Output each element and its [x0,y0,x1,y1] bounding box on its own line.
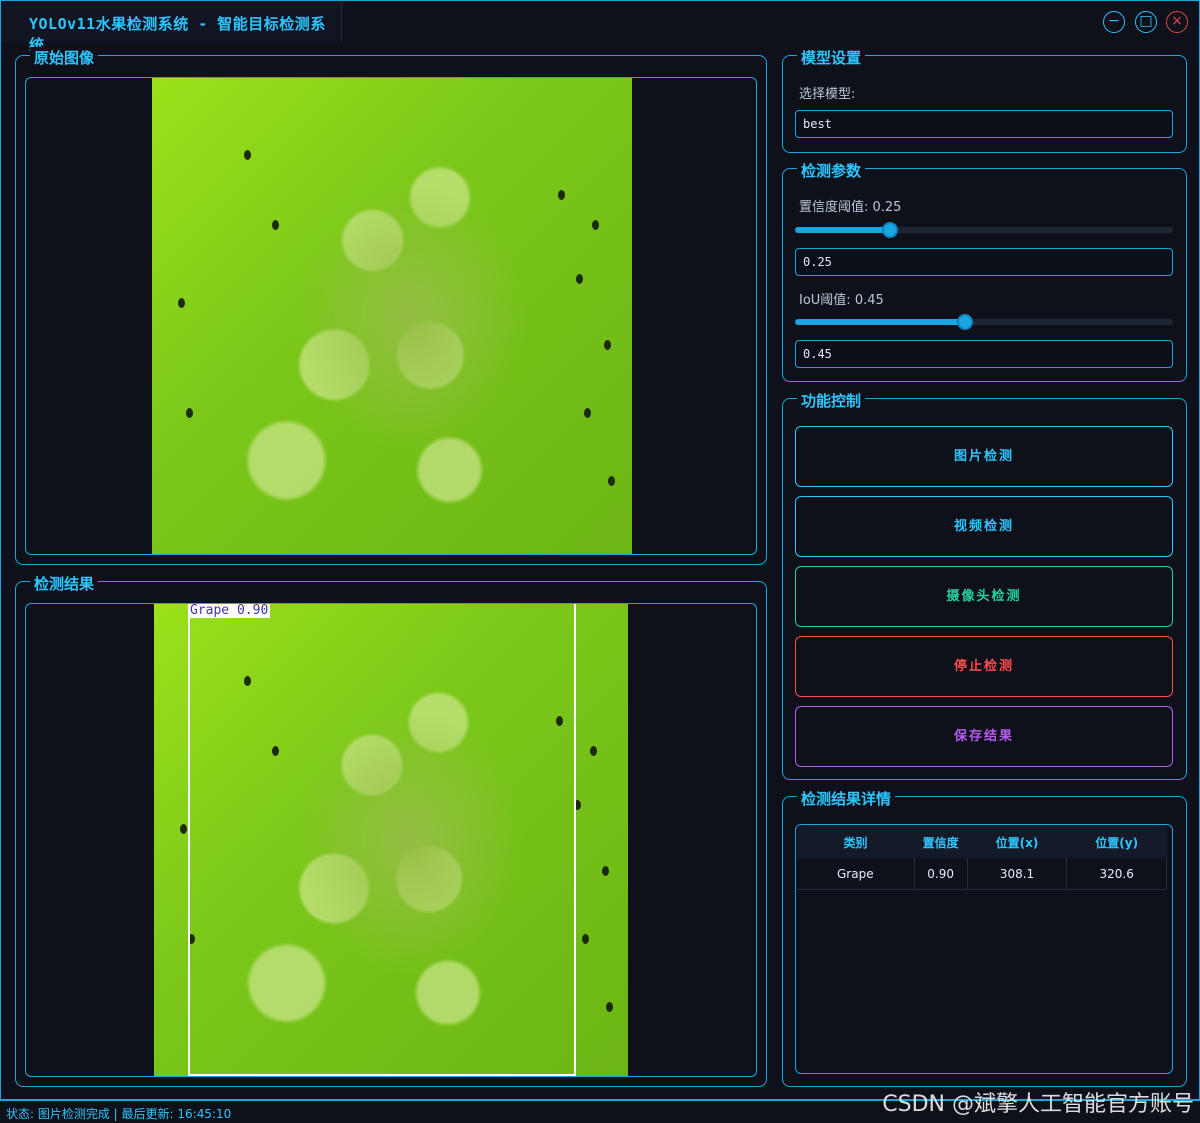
control-panel-title: 功能控制 [797,390,866,411]
stop-detect-button[interactable]: 停止检测 [795,636,1173,697]
image-detect-button[interactable]: 图片检测 [795,426,1173,487]
iou-slider[interactable] [795,314,1173,330]
detection-params-title: 检测参数 [797,160,866,181]
iou-input[interactable]: 0.45 [795,340,1173,368]
table-cell: 308.1 [967,858,1068,890]
iou-slider-handle[interactable] [957,314,973,330]
original-grape-image [152,78,632,554]
camera-detect-button[interactable]: 摄像头检测 [795,566,1173,627]
app-window: YOLOv11水果检测系统 - 智能目标检测系统 − □ × 原始图像 检测结果 [0,0,1200,1100]
table-row[interactable]: Grape 0.90 308.1 320.6 [797,858,1167,890]
minimize-button[interactable]: − [1103,11,1125,33]
title-tab: YOLOv11水果检测系统 - 智能目标检测系统 [1,1,342,54]
original-image-title: 原始图像 [30,47,99,68]
status-text: 状态: 图片检测完成 | 最后更新: 16:45:10 [6,1107,232,1121]
video-detect-button[interactable]: 视频检测 [795,496,1173,557]
iou-slider-fill [795,319,965,325]
confidence-slider[interactable] [795,222,1173,238]
result-title: 检测结果 [30,573,99,594]
details-table-header: 类别 置信度 位置(x) 位置(y) [797,826,1167,858]
column-header[interactable]: 位置(x) [967,826,1067,858]
title-bar[interactable]: YOLOv11水果检测系统 - 智能目标检测系统 − □ × [1,1,1199,54]
maximize-button[interactable]: □ [1135,11,1157,33]
original-image-viewport [25,77,757,555]
column-header[interactable]: 置信度 [914,826,968,858]
table-cell: 320.6 [1066,858,1167,890]
confidence-label: 置信度阈值: 0.25 [799,200,902,215]
confidence-input[interactable]: 0.25 [795,248,1173,276]
model-select[interactable]: best [795,110,1173,138]
detection-box-label: Grape 0.90 [188,603,271,618]
close-button[interactable]: × [1166,11,1188,33]
result-grape-image: Grape 0.90 [154,603,628,1076]
save-result-button[interactable]: 保存结果 [795,706,1173,767]
column-header[interactable]: 位置(y) [1066,826,1167,858]
details-table: 类别 置信度 位置(x) 位置(y) Grape 0.90 308.1 320.… [797,826,1167,890]
confidence-slider-fill [795,227,890,233]
table-cell: Grape [797,858,915,890]
iou-label: IoU阈值: 0.45 [799,293,884,308]
details-panel-title: 检测结果详情 [797,788,896,809]
detection-bounding-box [188,604,576,1076]
model-select-label: 选择模型: [799,87,856,102]
watermark: CSDN @斌擎人工智能官方账号 [882,1092,1194,1117]
result-image-viewport: Grape 0.90 [25,603,757,1077]
column-header[interactable]: 类别 [797,826,915,858]
model-settings-title: 模型设置 [797,47,866,68]
table-cell: 0.90 [914,858,968,890]
confidence-slider-handle[interactable] [882,222,898,238]
model-settings-panel: 模型设置 [782,47,1187,153]
